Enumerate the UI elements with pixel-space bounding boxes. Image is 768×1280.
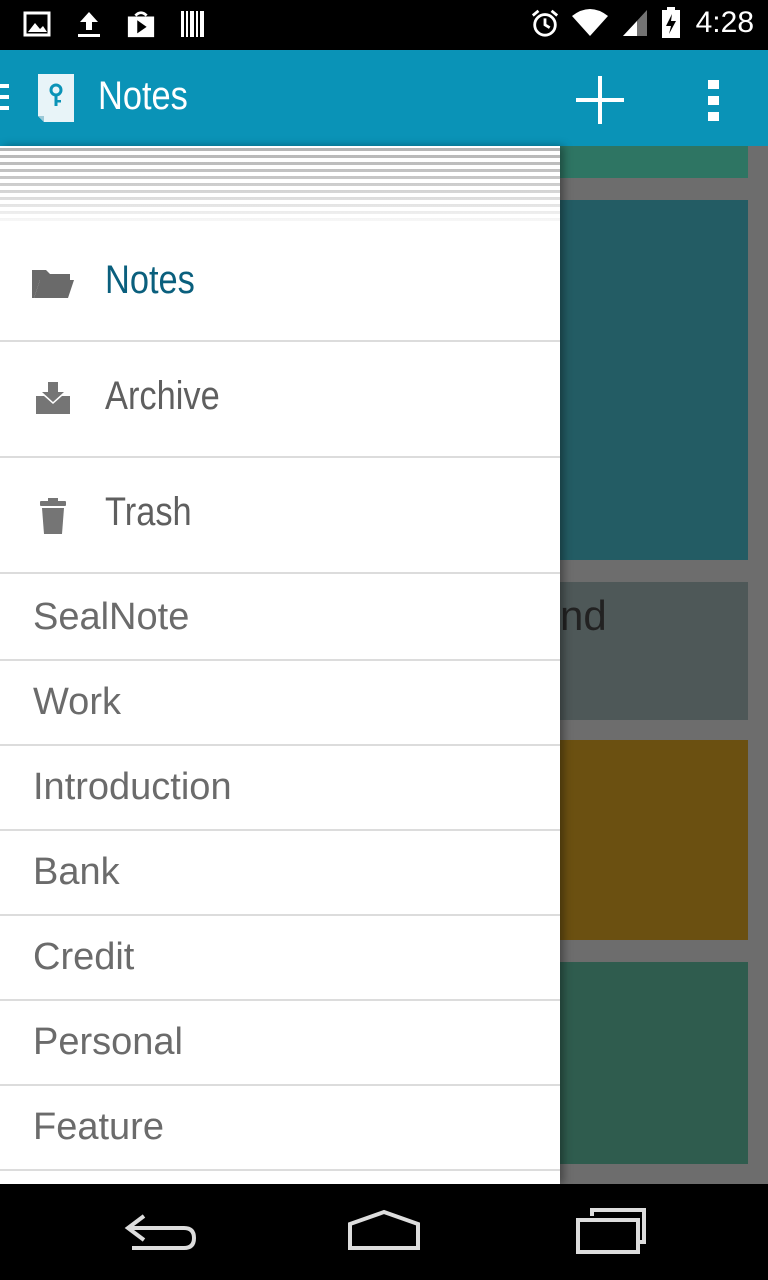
label-item[interactable]: Feature — [0, 1086, 560, 1171]
app-logo-icon — [38, 74, 74, 122]
recent-apps-button[interactable] — [572, 1206, 652, 1256]
trash-icon — [40, 498, 66, 534]
label-text: Bank — [33, 851, 120, 893]
label-text: Introduction — [33, 766, 232, 808]
back-button[interactable] — [122, 1206, 202, 1256]
nav-item-label: Trash — [105, 490, 192, 534]
label-text: Personal — [33, 1021, 183, 1063]
alarm-icon — [530, 7, 560, 39]
label-item[interactable]: SealNote — [0, 576, 560, 661]
note-card[interactable] — [540, 200, 748, 560]
note-card[interactable] — [540, 740, 748, 940]
battery-charging-icon — [660, 7, 682, 39]
navigation-drawer: Notes Archive Trash SealNote Work Introd… — [0, 146, 560, 1184]
note-card-text: nd — [560, 592, 607, 639]
label-text: Work — [33, 681, 121, 723]
label-text: SealNote — [33, 596, 190, 638]
play-store-icon — [126, 8, 156, 40]
add-note-button[interactable] — [572, 72, 628, 128]
app-bar: Notes — [0, 50, 768, 146]
upload-icon — [74, 8, 104, 40]
folder-icon — [32, 270, 74, 298]
label-text: Feature — [33, 1106, 164, 1148]
label-item[interactable]: Work — [0, 661, 560, 746]
archive-icon — [36, 382, 70, 414]
label-item[interactable]: Bank — [0, 831, 560, 916]
barcode-icon — [178, 8, 208, 40]
status-bar-notifications — [22, 8, 208, 40]
signal-icon — [620, 7, 650, 39]
label-text: Credit — [33, 936, 135, 978]
nav-item-label: Notes — [105, 258, 195, 302]
image-icon — [22, 8, 52, 40]
nav-item-archive[interactable]: Archive — [0, 342, 560, 458]
nav-item-trash[interactable]: Trash — [0, 458, 560, 574]
wifi-icon — [570, 7, 610, 39]
clock-time: 4:28 — [695, 6, 754, 39]
note-card[interactable] — [540, 962, 748, 1164]
status-bar: 4:28 — [0, 0, 768, 50]
label-item[interactable]: Credit — [0, 916, 560, 1001]
note-card[interactable]: nd — [540, 582, 748, 720]
nav-item-notes[interactable]: Notes — [0, 226, 560, 342]
status-bar-system: 4:28 — [530, 6, 754, 40]
label-item[interactable]: Personal — [0, 1001, 560, 1086]
label-item[interactable]: Introduction — [0, 746, 560, 831]
overflow-menu-icon[interactable] — [694, 74, 734, 126]
drawer-header-image — [0, 146, 560, 228]
home-button[interactable] — [344, 1206, 424, 1256]
note-card[interactable] — [540, 146, 748, 178]
page-title: Notes — [98, 74, 188, 118]
nav-item-label: Archive — [105, 374, 220, 418]
drawer-toggle-icon[interactable] — [0, 82, 10, 112]
system-navigation-bar — [0, 1184, 768, 1280]
